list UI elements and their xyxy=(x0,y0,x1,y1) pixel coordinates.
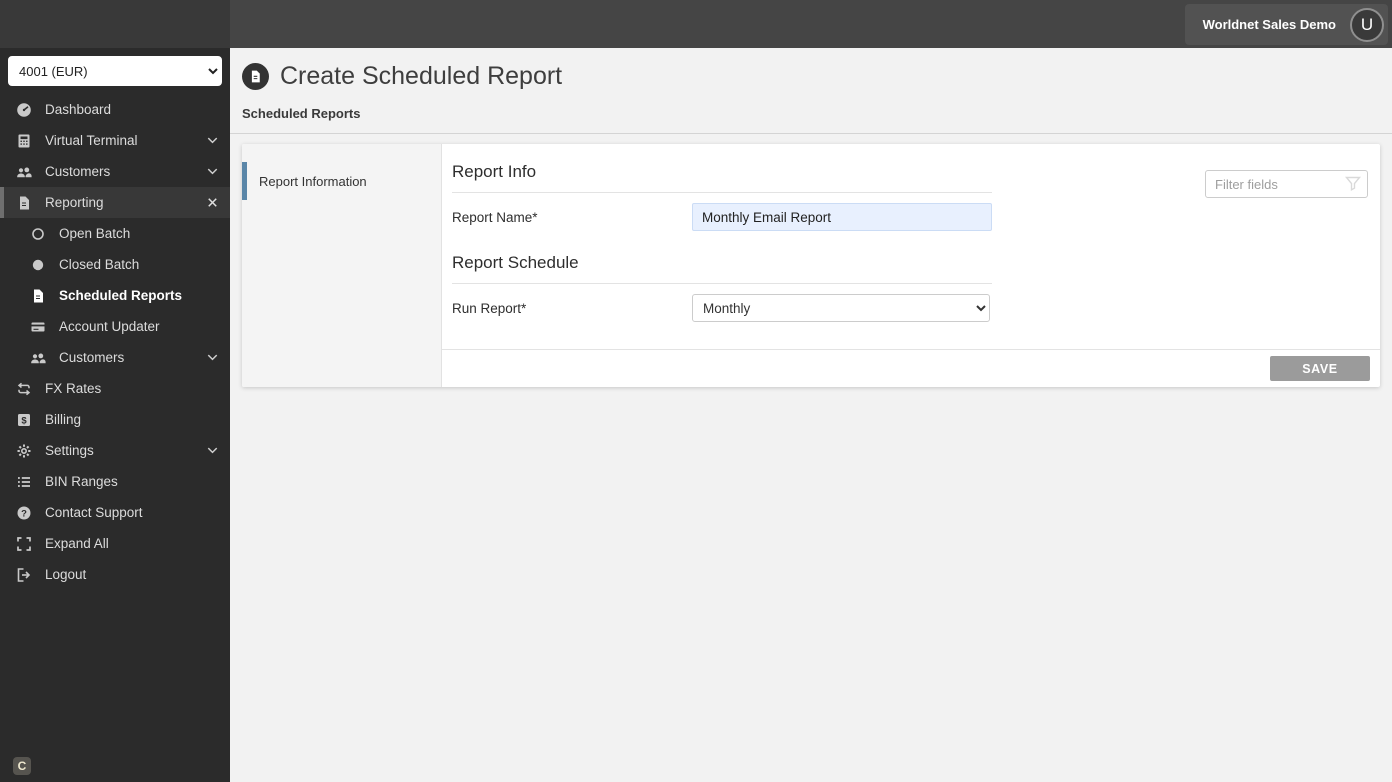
calculator-icon xyxy=(16,133,32,149)
avatar[interactable]: U xyxy=(1350,7,1384,42)
sidebar-item-customers[interactable]: Customers xyxy=(0,156,230,187)
sidebar-item-label: BIN Ranges xyxy=(45,474,118,489)
chevron-down-icon xyxy=(205,133,220,151)
filter-icon xyxy=(1345,176,1361,197)
panel-footer: SAVE xyxy=(442,349,1380,387)
report-icon xyxy=(242,63,269,90)
svg-text:?: ? xyxy=(21,508,27,519)
page-title: Create Scheduled Report xyxy=(280,62,563,90)
section-heading-report-info: Report Info xyxy=(452,158,992,193)
credit-card-icon xyxy=(30,319,46,335)
sidebar: 4001 (EUR) Dashboard Virtual Terminal Cu… xyxy=(0,48,230,782)
sidebar-item-bin-ranges[interactable]: BIN Ranges xyxy=(0,466,230,497)
sidebar-item-account-updater[interactable]: Account Updater xyxy=(0,311,230,342)
terminal-select[interactable]: 4001 (EUR) xyxy=(8,56,222,86)
help-icon: ? xyxy=(16,505,32,521)
topbar: Worldnet Sales Demo U xyxy=(0,0,1392,48)
save-button[interactable]: SAVE xyxy=(1270,356,1370,381)
sidebar-item-label: Closed Batch xyxy=(59,257,140,272)
sidebar-item-customers-sub[interactable]: Customers xyxy=(0,342,230,373)
sidebar-item-label: Customers xyxy=(59,350,125,365)
document-icon xyxy=(16,195,32,211)
logout-icon xyxy=(16,567,32,583)
billing-icon: $ xyxy=(16,412,32,428)
sidebar-item-logout[interactable]: Logout xyxy=(0,559,230,590)
sidebar-item-settings[interactable]: Settings xyxy=(0,435,230,466)
list-icon xyxy=(16,474,32,490)
user-menu[interactable]: Worldnet Sales Demo U xyxy=(1184,4,1388,45)
sidebar-item-open-batch[interactable]: Open Batch xyxy=(0,218,230,249)
report-panel: Report Information Report Info Report Na… xyxy=(242,144,1380,387)
page-header: Create Scheduled Report xyxy=(230,48,1392,91)
sidebar-item-label: Customers xyxy=(45,164,111,179)
panel-body: Report Info Report Name* Report Schedule… xyxy=(442,144,1380,349)
logo-badge: C xyxy=(13,757,31,775)
gear-icon xyxy=(16,443,32,459)
close-icon[interactable] xyxy=(205,195,220,213)
sidebar-item-dashboard[interactable]: Dashboard xyxy=(0,94,230,125)
sidebar-item-reporting[interactable]: Reporting xyxy=(0,187,230,218)
avatar-initial: U xyxy=(1360,14,1374,34)
sidebar-item-label: Billing xyxy=(45,412,82,427)
chevron-down-icon xyxy=(205,443,220,461)
sidebar-item-label: FX Rates xyxy=(45,381,102,396)
sidebar-item-expand-all[interactable]: Expand All xyxy=(0,528,230,559)
form-row-report-name: Report Name* xyxy=(452,203,1370,231)
people-icon xyxy=(30,350,46,366)
sidebar-item-label: Reporting xyxy=(45,195,104,210)
panel-main: Report Info Report Name* Report Schedule… xyxy=(442,144,1380,387)
form-row-run-report: Run Report* Monthly xyxy=(452,294,1370,322)
sidebar-item-label: Settings xyxy=(45,443,94,458)
sidebar-item-label: Logout xyxy=(45,567,87,582)
sidebar-item-label: Open Batch xyxy=(59,226,131,241)
expand-icon xyxy=(16,536,32,552)
panel-side-nav: Report Information xyxy=(242,144,442,387)
sidebar-item-label: Dashboard xyxy=(45,102,112,117)
panel-nav-item-report-information[interactable]: Report Information xyxy=(242,162,441,200)
section-heading-report-schedule: Report Schedule xyxy=(452,249,992,284)
report-name-input[interactable] xyxy=(692,203,992,231)
sidebar-item-billing[interactable]: $ Billing xyxy=(0,404,230,435)
circle-outline-icon xyxy=(30,226,46,242)
logo-initial: C xyxy=(17,759,27,773)
circle-filled-icon xyxy=(30,257,46,273)
topbar-sidebar-cap xyxy=(0,0,230,48)
people-icon xyxy=(16,164,32,180)
run-report-label: Run Report* xyxy=(452,300,527,316)
dashboard-icon xyxy=(16,102,32,118)
run-report-select[interactable]: Monthly xyxy=(692,294,990,322)
sidebar-nav: Dashboard Virtual Terminal Customers Rep… xyxy=(0,94,230,590)
sidebar-item-contact-support[interactable]: ? Contact Support xyxy=(0,497,230,528)
sidebar-item-closed-batch[interactable]: Closed Batch xyxy=(0,249,230,280)
main-content: Create Scheduled Report Scheduled Report… xyxy=(230,48,1392,782)
document-icon xyxy=(30,288,46,304)
repeat-icon xyxy=(16,381,32,397)
filter-fields-wrap xyxy=(1205,170,1368,198)
chevron-down-icon xyxy=(205,350,220,368)
svg-text:$: $ xyxy=(21,415,27,426)
chevron-down-icon xyxy=(205,164,220,182)
sidebar-item-virtual-terminal[interactable]: Virtual Terminal xyxy=(0,125,230,156)
sidebar-item-label: Scheduled Reports xyxy=(59,288,183,303)
user-label: Worldnet Sales Demo xyxy=(1202,17,1336,32)
sidebar-item-label: Virtual Terminal xyxy=(45,133,138,148)
sidebar-item-scheduled-reports[interactable]: Scheduled Reports xyxy=(0,280,230,311)
sidebar-item-label: Contact Support xyxy=(45,505,143,520)
filter-fields-input[interactable] xyxy=(1205,170,1368,198)
report-name-label: Report Name* xyxy=(452,209,538,225)
sidebar-item-label: Account Updater xyxy=(59,319,160,334)
sidebar-item-label: Expand All xyxy=(45,536,109,551)
sidebar-item-fx-rates[interactable]: FX Rates xyxy=(0,373,230,404)
breadcrumb[interactable]: Scheduled Reports xyxy=(230,91,1392,134)
